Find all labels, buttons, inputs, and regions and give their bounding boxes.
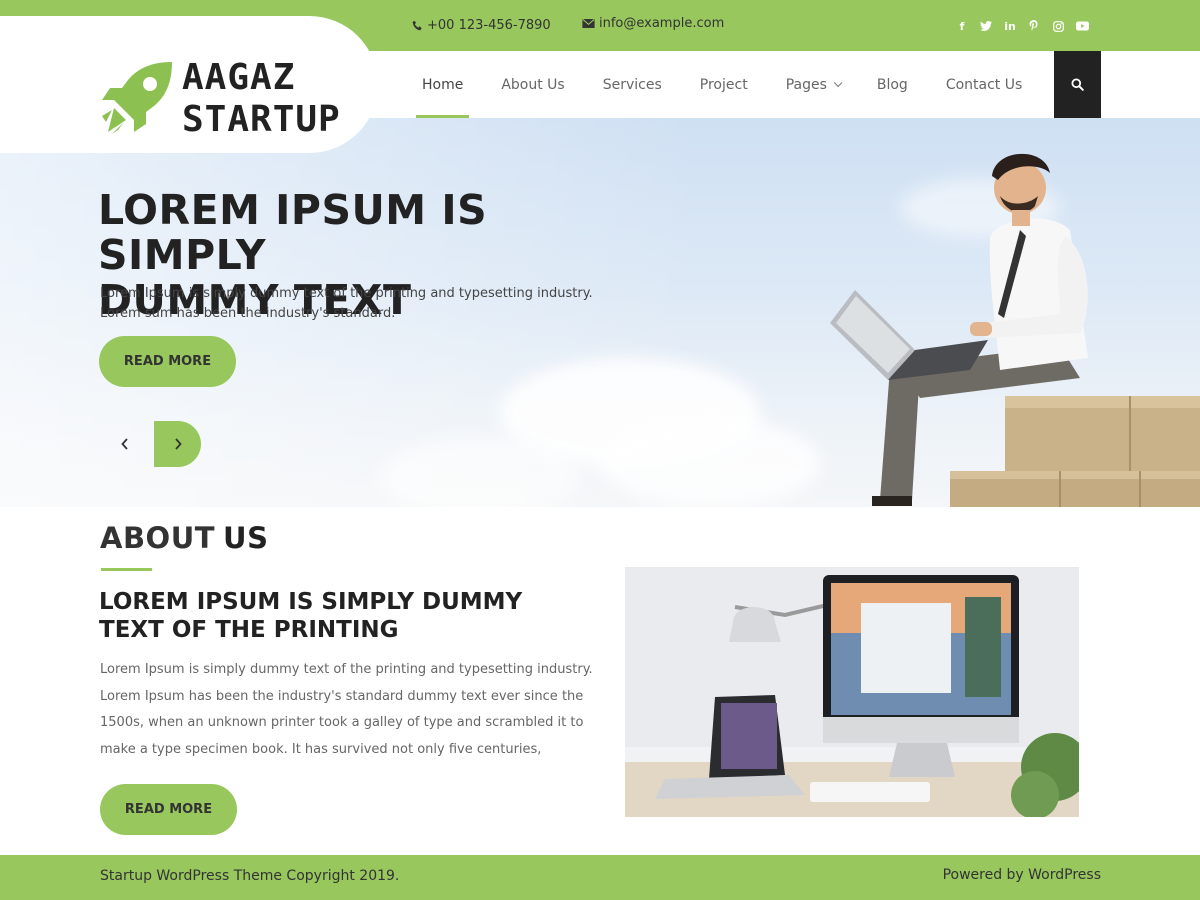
logo-line-1: AAGAZ	[182, 57, 296, 98]
hero-description: Lorem Ipsum is simply dummy text of the …	[100, 286, 593, 321]
nav-services[interactable]: Services	[584, 51, 681, 118]
facebook-icon[interactable]: f	[950, 17, 974, 35]
nav-blog-label: Blog	[876, 76, 908, 93]
about-image	[625, 567, 1079, 817]
about-read-more-button[interactable]: READ MORE	[100, 784, 237, 835]
social-links: f in	[950, 17, 1094, 35]
search-button[interactable]	[1054, 51, 1101, 118]
hero-read-more-button[interactable]: READ MORE	[99, 336, 236, 387]
about-description: Lorem Ipsum is simply dummy text of the …	[100, 662, 593, 757]
phone-icon	[412, 20, 423, 31]
rocket-icon	[98, 60, 174, 140]
chevron-down-icon	[833, 78, 843, 87]
hero-slider: LOREM IPSUM IS SIMPLY DUMMY TEXT Lorem I…	[0, 118, 1200, 507]
footer-powered-by-link[interactable]: Powered by WordPress	[943, 867, 1101, 883]
logo[interactable]: AAGAZ STARTUP	[0, 16, 378, 153]
email-contact[interactable]: info@example.com	[582, 16, 724, 31]
pinterest-icon[interactable]	[1022, 17, 1046, 35]
search-icon	[1071, 78, 1084, 91]
about-title: LOREM IPSUM IS SIMPLY DUMMY TEXT OF THE …	[99, 589, 523, 643]
hero-title-line-1: LOREM IPSUM IS SIMPLY	[98, 186, 488, 279]
phone-text: +00 123-456-7890	[427, 18, 551, 33]
nav-project-label: Project	[699, 76, 748, 93]
nav-pages-label: Pages	[785, 76, 827, 93]
email-text: info@example.com	[599, 16, 725, 31]
nav-pages[interactable]: Pages	[767, 51, 858, 118]
youtube-icon[interactable]	[1070, 17, 1094, 35]
heading-underline	[101, 568, 152, 571]
nav-about-us-label: About Us	[501, 76, 565, 93]
linkedin-icon[interactable]: in	[998, 17, 1022, 35]
footer: Startup WordPress Theme Copyright 2019. …	[0, 855, 1200, 900]
chevron-right-icon	[174, 438, 182, 450]
page: +00 123-456-7890 info@example.com f in H…	[0, 0, 1200, 900]
nav-contact-us-label: Contact Us	[945, 76, 1023, 93]
about-heading-light: ABOUT	[100, 521, 216, 555]
logo-text: AAGAZ STARTUP	[182, 57, 341, 141]
slider-next-button[interactable]	[154, 421, 201, 467]
slider-prev-button[interactable]	[107, 421, 143, 467]
instagram-icon[interactable]	[1046, 17, 1070, 35]
footer-copyright: Startup WordPress Theme Copyright 2019.	[100, 868, 400, 884]
nav-blog[interactable]: Blog	[858, 51, 927, 118]
nav-services-label: Services	[602, 76, 662, 93]
nav-about-us[interactable]: About Us	[482, 51, 583, 118]
nav-contact-us[interactable]: Contact Us	[927, 51, 1041, 118]
phone-contact[interactable]: +00 123-456-7890	[412, 18, 551, 33]
about-heading-bold: US	[223, 521, 269, 555]
nav-project[interactable]: Project	[681, 51, 767, 118]
chevron-left-icon	[121, 438, 128, 450]
logo-line-2: STARTUP	[182, 99, 341, 140]
hero-image	[830, 153, 1200, 507]
about-heading: ABOUT US	[100, 521, 268, 555]
nav-home-label: Home	[422, 76, 464, 93]
envelope-icon	[582, 18, 595, 29]
twitter-icon[interactable]	[974, 17, 998, 35]
nav-home[interactable]: Home	[403, 51, 482, 118]
primary-menu: Home About Us Services Project Pages Blo…	[403, 51, 1041, 118]
